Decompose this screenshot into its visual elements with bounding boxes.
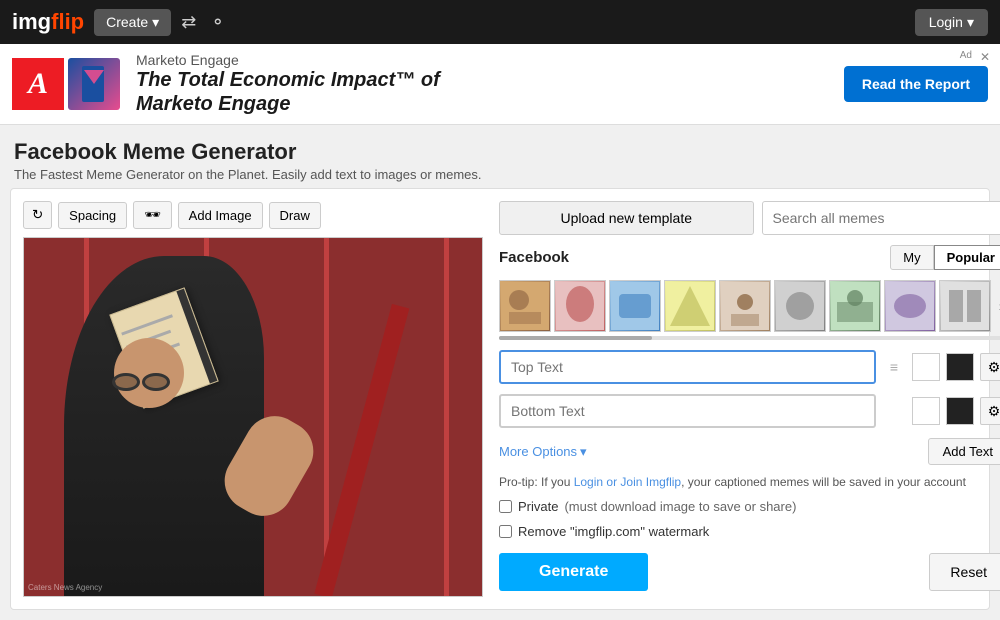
page-title: Facebook Meme Generator	[14, 139, 986, 165]
template-thumb-6[interactable]	[774, 280, 826, 332]
private-checkbox-row: Private (must download image to save or …	[499, 499, 1000, 514]
chevron-down-icon: ▾	[152, 14, 159, 31]
tab-row: Facebook My Popular	[499, 245, 1000, 270]
private-label: Private	[518, 499, 558, 514]
ad-text: Marketo Engage The Total Economic Impact…	[136, 52, 844, 116]
top-text-input[interactable]	[499, 350, 876, 384]
site-logo: imgflip	[12, 9, 84, 35]
template-thumb-7[interactable]	[829, 280, 881, 332]
template-thumb-4[interactable]	[664, 280, 716, 332]
ad-headline: The Total Economic Impact™ ofMarketo Eng…	[136, 68, 844, 116]
options-row: More Options ▾ Add Text	[499, 438, 1000, 465]
photo-caption: Caters News Agency	[28, 583, 102, 592]
top-text-color-black[interactable]	[946, 353, 974, 381]
upload-template-button[interactable]: Upload new template	[499, 201, 754, 235]
meme-image-container: Caters News Agency	[23, 237, 483, 597]
watermark-checkbox[interactable]	[499, 525, 512, 538]
search-memes-input[interactable]	[762, 201, 1000, 235]
chevron-down-icon: ▾	[967, 14, 974, 31]
action-row: Generate Reset	[499, 553, 1000, 591]
ad-logos: A	[12, 58, 120, 110]
create-label: Create	[106, 14, 148, 30]
refresh-button[interactable]: ↻	[23, 201, 52, 229]
draw-label: Draw	[280, 208, 310, 223]
page-subtitle: The Fastest Meme Generator on the Planet…	[14, 167, 986, 182]
login-label: Login	[929, 14, 963, 30]
draw-button[interactable]: Draw	[269, 202, 321, 229]
ad-brand: Marketo Engage	[136, 52, 844, 68]
adobe-logo: A	[12, 58, 64, 110]
template-thumb-2[interactable]	[554, 280, 606, 332]
top-text-row: ≡ ⚙	[499, 350, 1000, 384]
chevron-down-icon: ▾	[580, 444, 587, 460]
popular-tab-button[interactable]: Popular	[934, 245, 1000, 270]
bottom-text-input[interactable]	[499, 394, 876, 428]
font-icon: ≡	[882, 359, 906, 375]
upload-search-row: Upload new template	[499, 201, 1000, 235]
page-header: Facebook Meme Generator The Fastest Meme…	[0, 125, 1000, 188]
add-image-button[interactable]: Add Image	[178, 202, 263, 229]
gear-icon-2: ⚙	[988, 403, 1000, 420]
glasses-button[interactable]: 🕶	[133, 201, 172, 229]
search-icon[interactable]: ⚬	[210, 12, 225, 33]
glasses-icon: 🕶	[144, 207, 161, 223]
private-checkbox[interactable]	[499, 500, 512, 513]
template-thumbnails: ›	[499, 280, 1000, 332]
add-image-label: Add Image	[189, 208, 252, 223]
private-note: (must download image to save or share)	[564, 499, 796, 514]
watermark-checkbox-row: Remove "imgflip.com" watermark	[499, 524, 1000, 539]
toolbar: ↻ Spacing 🕶 Add Image Draw	[23, 201, 483, 229]
template-thumb-3[interactable]	[609, 280, 661, 332]
gear-icon: ⚙	[988, 359, 1000, 376]
marketo-logo	[68, 58, 120, 110]
tab-buttons: My Popular	[890, 245, 1000, 270]
my-tab-button[interactable]: My	[890, 245, 933, 270]
thumbnail-scroll-bar	[499, 336, 1000, 340]
login-button[interactable]: Login ▾	[915, 9, 988, 36]
pro-tip: Pro-tip: If you Login or Join Imgflip, y…	[499, 475, 1000, 489]
generate-button[interactable]: Generate	[499, 553, 648, 591]
main-content: ↻ Spacing 🕶 Add Image Draw	[10, 188, 990, 610]
ad-close-button[interactable]: ✕	[980, 50, 990, 64]
top-text-color-white[interactable]	[912, 353, 940, 381]
reset-button[interactable]: Reset	[929, 553, 1000, 591]
watermark-label: Remove "imgflip.com" watermark	[518, 524, 709, 539]
add-text-button[interactable]: Add Text	[928, 438, 1000, 465]
bottom-text-row: ⚙	[499, 394, 1000, 428]
ad-banner: Ad ✕ A Marketo Engage The Total Economic…	[0, 44, 1000, 125]
top-text-settings-button[interactable]: ⚙	[980, 353, 1000, 381]
top-nav: imgflip Create ▾ ⇄ ⚬ Login ▾	[0, 0, 1000, 44]
create-button[interactable]: Create ▾	[94, 9, 171, 36]
template-thumb-1[interactable]	[499, 280, 551, 332]
refresh-icon: ↻	[32, 207, 43, 222]
spacing-button[interactable]: Spacing	[58, 202, 127, 229]
template-thumb-9[interactable]	[939, 280, 991, 332]
template-thumb-5[interactable]	[719, 280, 771, 332]
thumbnails-scroll-indicator[interactable]: ›	[994, 280, 1000, 332]
bottom-text-color-black[interactable]	[946, 397, 974, 425]
section-label: Facebook	[499, 249, 569, 266]
ad-label: Ad	[960, 50, 972, 61]
nav-icons: ⇄ ⚬	[181, 12, 225, 33]
template-thumb-8[interactable]	[884, 280, 936, 332]
left-panel: ↻ Spacing 🕶 Add Image Draw	[23, 201, 483, 597]
bottom-text-settings-button[interactable]: ⚙	[980, 397, 1000, 425]
more-options-label: More Options	[499, 444, 577, 459]
bottom-text-color-white[interactable]	[912, 397, 940, 425]
shuffle-icon[interactable]: ⇄	[181, 12, 196, 33]
spacing-label: Spacing	[69, 208, 116, 223]
ad-cta-button[interactable]: Read the Report	[844, 66, 988, 102]
right-panel: Upload new template Facebook My Popular	[499, 201, 1000, 597]
login-link[interactable]: Login or Join Imgflip	[574, 475, 681, 489]
more-options-link[interactable]: More Options ▾	[499, 444, 587, 460]
